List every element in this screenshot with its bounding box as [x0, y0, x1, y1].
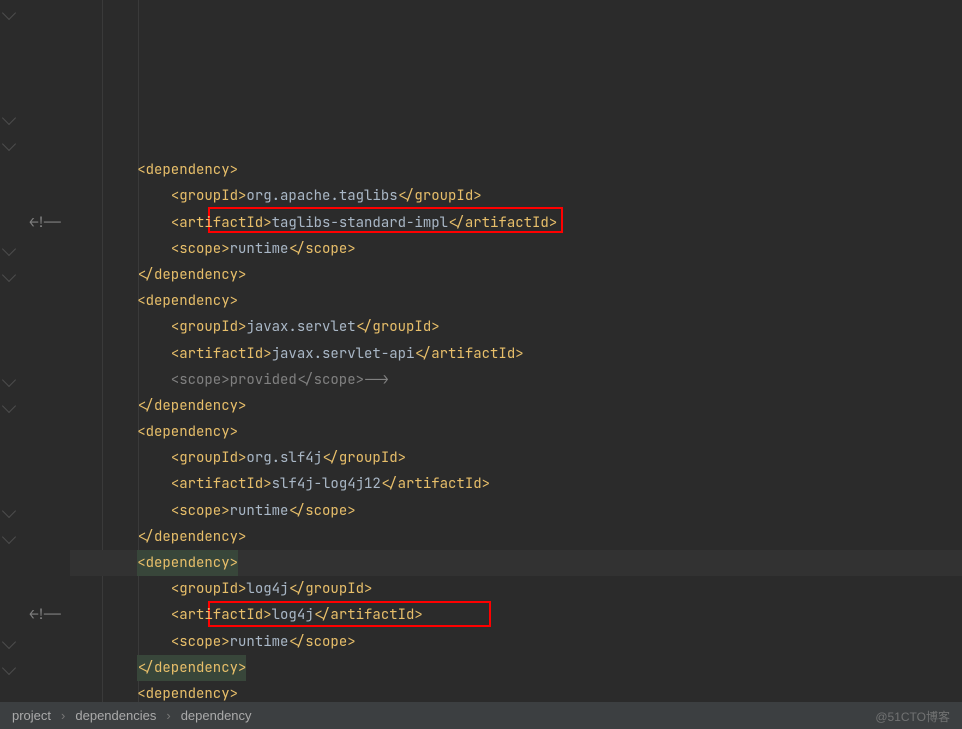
- code-line[interactable]: <dependency>: [70, 419, 962, 445]
- code-line[interactable]: </dependency>: [70, 655, 962, 681]
- code-line[interactable]: <dependency>: [70, 288, 962, 314]
- gutter-line: [18, 340, 62, 366]
- gutter-line: [18, 0, 62, 26]
- code-line[interactable]: </dependency>: [70, 524, 962, 550]
- code-line[interactable]: <dependency>: [70, 157, 962, 183]
- code-line[interactable]: <groupId>javax.servlet</groupId>: [70, 314, 962, 340]
- fold-gutter[interactable]: [0, 0, 18, 702]
- fold-icon[interactable]: [2, 137, 16, 151]
- code-line[interactable]: <scope>provided</scope>-->: [70, 367, 962, 393]
- fold-icon[interactable]: [2, 111, 16, 125]
- fold-icon[interactable]: [2, 504, 16, 518]
- code-line[interactable]: <groupId>log4j</groupId>: [70, 576, 962, 602]
- breadcrumb[interactable]: project › dependencies › dependency: [0, 702, 962, 729]
- code-line[interactable]: <artifactId>taglibs-standard-impl</artif…: [70, 210, 962, 236]
- gutter-line: [18, 445, 62, 471]
- gutter-line: [18, 419, 62, 445]
- code-line[interactable]: <groupId>org.slf4j</groupId>: [70, 445, 962, 471]
- gutter-line: [18, 681, 62, 702]
- gutter-line: [18, 314, 62, 340]
- code-line[interactable]: <artifactId>log4j</artifactId>: [70, 602, 962, 628]
- gutter-line: [18, 550, 62, 576]
- fold-icon[interactable]: [2, 242, 16, 256]
- code-line[interactable]: </dependency>: [70, 393, 962, 419]
- gutter-line: [18, 498, 62, 524]
- code-line[interactable]: <artifactId>javax.servlet-api</artifactI…: [70, 341, 962, 367]
- gutter-line: [18, 236, 62, 262]
- gutter-line: [18, 655, 62, 681]
- gutter-line: [18, 183, 62, 209]
- fold-icon[interactable]: [2, 661, 16, 675]
- gutter-line: [18, 576, 62, 602]
- gutter-line: [18, 262, 62, 288]
- breadcrumb-item[interactable]: project: [12, 708, 51, 723]
- fold-icon[interactable]: [2, 373, 16, 387]
- gutter-line: [18, 367, 62, 393]
- gutter-line: [18, 79, 62, 105]
- code-line[interactable]: </dependency>: [70, 262, 962, 288]
- code-line[interactable]: <scope>runtime</scope>: [70, 629, 962, 655]
- breadcrumb-item[interactable]: dependency: [181, 708, 252, 723]
- gutter-line: <!--: [18, 210, 62, 236]
- gutter-line: [18, 52, 62, 78]
- gutter-line: [18, 524, 62, 550]
- code-editor[interactable]: <!-- <!-- <dependency> <groupId>org.apach…: [0, 0, 962, 702]
- gutter-line: [18, 393, 62, 419]
- fold-icon[interactable]: [2, 635, 16, 649]
- gutter-line: <!--: [18, 602, 62, 628]
- fold-icon[interactable]: [2, 268, 16, 282]
- code-line[interactable]: <artifactId>slf4j-log4j12</artifactId>: [70, 471, 962, 497]
- fold-icon[interactable]: [2, 6, 16, 20]
- fold-icon[interactable]: [2, 399, 16, 413]
- gutter-line: [18, 105, 62, 131]
- chevron-right-icon: ›: [61, 708, 65, 723]
- fold-icon[interactable]: [2, 530, 16, 544]
- code-line[interactable]: <groupId>org.apache.taglibs</groupId>: [70, 183, 962, 209]
- gutter-line: [18, 131, 62, 157]
- gutter-line: [18, 26, 62, 52]
- chevron-right-icon: ›: [166, 708, 170, 723]
- gutter-margin: <!-- <!--: [18, 0, 70, 702]
- gutter-line: [18, 288, 62, 314]
- code-line[interactable]: <dependency>: [70, 550, 962, 576]
- code-line[interactable]: <scope>runtime</scope>: [70, 498, 962, 524]
- gutter-line: [18, 157, 62, 183]
- code-line[interactable]: <scope>runtime</scope>: [70, 236, 962, 262]
- watermark: @51CTO博客: [875, 708, 950, 725]
- code-area[interactable]: <dependency> <groupId>org.apache.taglibs…: [70, 0, 962, 702]
- code-line[interactable]: <dependency>: [70, 681, 962, 702]
- gutter-line: [18, 629, 62, 655]
- gutter-line: [18, 471, 62, 497]
- breadcrumb-item[interactable]: dependencies: [75, 708, 156, 723]
